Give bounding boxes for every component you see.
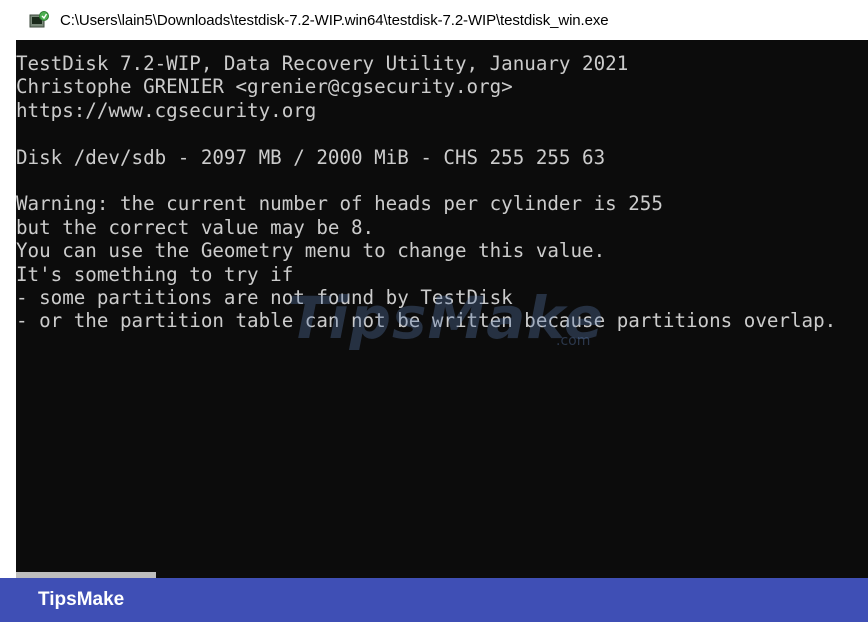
console-line: - some partitions are not found by TestD… <box>16 285 513 309</box>
console-line: but the correct value may be 8. <box>16 215 375 239</box>
console-line: You can use the Geometry menu to change … <box>16 239 606 263</box>
console-line: Warning: the current number of heads per… <box>16 192 663 216</box>
console-window: C:\Users\lain5\Downloads\testdisk-7.2-WI… <box>16 0 868 580</box>
window-title: C:\Users\lain5\Downloads\testdisk-7.2-WI… <box>60 11 609 29</box>
console-line: https://www.cgsecurity.org <box>16 98 317 122</box>
console-line: It's something to try if <box>16 262 294 286</box>
console-app-icon <box>28 9 50 31</box>
banner-brand-text: TipsMake <box>38 589 125 610</box>
footer-banner: TipsMake <box>0 578 868 622</box>
console-line: Christophe GRENIER <grenier@cgsecurity.o… <box>16 75 513 99</box>
console-line: - or the partition table can not be writ… <box>16 309 837 333</box>
title-bar[interactable]: C:\Users\lain5\Downloads\testdisk-7.2-WI… <box>16 0 868 40</box>
console-output[interactable]: TestDisk 7.2-WIP, Data Recovery Utility,… <box>16 52 868 580</box>
console-line: TestDisk 7.2-WIP, Data Recovery Utility,… <box>16 52 629 75</box>
console-line: Disk /dev/sdb - 2097 MB / 2000 MiB - CHS… <box>16 145 606 169</box>
